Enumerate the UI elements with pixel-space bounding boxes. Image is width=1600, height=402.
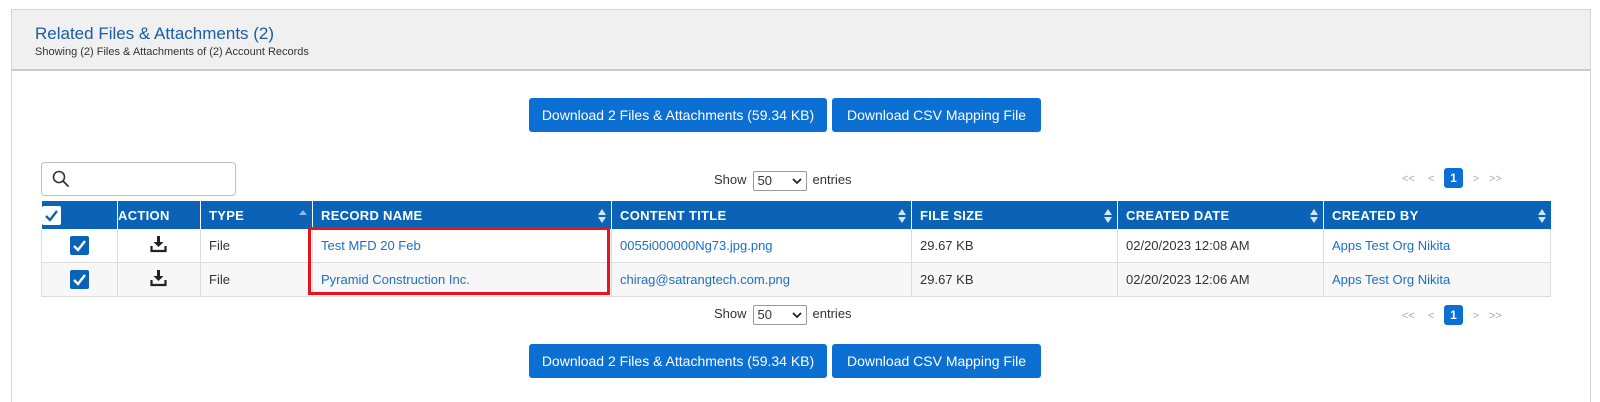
- pagination-current[interactable]: 1: [1444, 305, 1463, 325]
- checkmark-icon: [73, 274, 86, 286]
- download-all-button-top[interactable]: Download 2 Files & Attachments (59.34 KB…: [529, 98, 827, 132]
- search-input[interactable]: [76, 167, 230, 193]
- checkmark-icon: [73, 240, 86, 252]
- column-created-date[interactable]: CREATED DATE: [1117, 201, 1324, 229]
- pagination-top: << <1 > >>: [1402, 168, 1502, 188]
- row-select-cell[interactable]: [41, 229, 118, 263]
- pagination-bottom: << <1 > >>: [1402, 305, 1502, 325]
- table-row: File Pyramid Construction Inc. chirag@sa…: [41, 262, 1551, 297]
- search-box[interactable]: [41, 162, 236, 196]
- created-by-link[interactable]: Apps Test Org Nikita: [1323, 262, 1551, 297]
- column-content-title[interactable]: CONTENT TITLE: [611, 201, 912, 229]
- select-all-checkbox[interactable]: [41, 205, 61, 225]
- content-title-link[interactable]: 0055i000000Ng73.jpg.png: [611, 229, 912, 263]
- pagination-next[interactable]: >: [1463, 169, 1489, 189]
- sort-both-icon: [598, 209, 606, 223]
- type-cell: File: [200, 229, 313, 263]
- row-checkbox[interactable]: [70, 236, 89, 255]
- column-created-by[interactable]: CREATED BY: [1323, 201, 1551, 229]
- download-csv-button-bottom[interactable]: Download CSV Mapping File: [832, 344, 1041, 378]
- sort-both-icon: [1310, 209, 1318, 223]
- chevron-down-icon: [791, 177, 802, 184]
- page-subtitle: Showing (2) Files & Attachments of (2) A…: [35, 46, 309, 58]
- sort-asc-icon: [299, 210, 307, 215]
- file-size-cell: 29.67 KB: [911, 229, 1118, 263]
- page-title: Related Files & Attachments (2): [35, 24, 275, 43]
- table-row: File Test MFD 20 Feb 0055i000000Ng73.jpg…: [41, 229, 1551, 263]
- download-action-cell[interactable]: [117, 262, 201, 297]
- created-date-cell: 02/20/2023 12:08 AM: [1117, 229, 1324, 263]
- sort-both-icon: [898, 209, 906, 223]
- column-file-size[interactable]: FILE SIZE: [911, 201, 1118, 229]
- checkmark-icon: [44, 209, 58, 222]
- column-type[interactable]: TYPE: [200, 201, 313, 229]
- length-prefix: Show: [714, 306, 747, 321]
- type-cell: File: [200, 262, 313, 297]
- pagination-current[interactable]: 1: [1444, 168, 1463, 188]
- download-all-button-bottom[interactable]: Download 2 Files & Attachments (59.34 KB…: [529, 344, 827, 378]
- pagination-prev[interactable]: <: [1428, 306, 1444, 326]
- sort-both-icon: [1104, 209, 1112, 223]
- download-icon[interactable]: [150, 235, 168, 253]
- length-suffix: entries: [812, 172, 852, 187]
- sort-both-icon: [1537, 209, 1546, 223]
- download-csv-button-top[interactable]: Download CSV Mapping File: [832, 98, 1041, 132]
- pagination-first[interactable]: <<: [1402, 169, 1428, 189]
- record-name-link[interactable]: Pyramid Construction Inc.: [312, 262, 612, 297]
- files-table: ACTION TYPE RECORD NAME CONTENT TITLE FI…: [41, 201, 1551, 297]
- length-suffix: entries: [812, 306, 852, 321]
- content-title-link[interactable]: chirag@satrangtech.com.png: [611, 262, 912, 297]
- pagination-prev[interactable]: <: [1428, 169, 1444, 189]
- entries-select-top[interactable]: 50: [752, 170, 807, 191]
- download-action-cell[interactable]: [117, 229, 201, 263]
- pagination-last[interactable]: >>: [1489, 169, 1502, 189]
- pagination-next[interactable]: >: [1463, 306, 1489, 326]
- length-menu-top: Show 50 entries: [714, 169, 852, 191]
- length-prefix: Show: [714, 172, 747, 187]
- column-action: ACTION: [117, 201, 201, 229]
- panel-header: Related Files & Attachments (2) Showing …: [12, 10, 1590, 71]
- created-date-cell: 02/20/2023 12:06 AM: [1117, 262, 1324, 297]
- search-icon: [52, 170, 69, 187]
- select-all-header[interactable]: [41, 201, 118, 229]
- pagination-first[interactable]: <<: [1402, 306, 1428, 326]
- length-menu-bottom: Show 50 entries: [714, 303, 852, 325]
- row-select-cell[interactable]: [41, 262, 118, 297]
- chevron-down-icon: [791, 311, 802, 318]
- row-checkbox[interactable]: [70, 270, 89, 289]
- created-by-link[interactable]: Apps Test Org Nikita: [1323, 229, 1551, 263]
- column-record-name[interactable]: RECORD NAME: [312, 201, 612, 229]
- entries-select-bottom[interactable]: 50: [752, 304, 807, 325]
- download-icon[interactable]: [150, 269, 168, 287]
- file-size-cell: 29.67 KB: [911, 262, 1118, 297]
- table-header-row: ACTION TYPE RECORD NAME CONTENT TITLE FI…: [41, 201, 1551, 229]
- record-name-link[interactable]: Test MFD 20 Feb: [312, 229, 612, 263]
- pagination-last[interactable]: >>: [1489, 306, 1502, 326]
